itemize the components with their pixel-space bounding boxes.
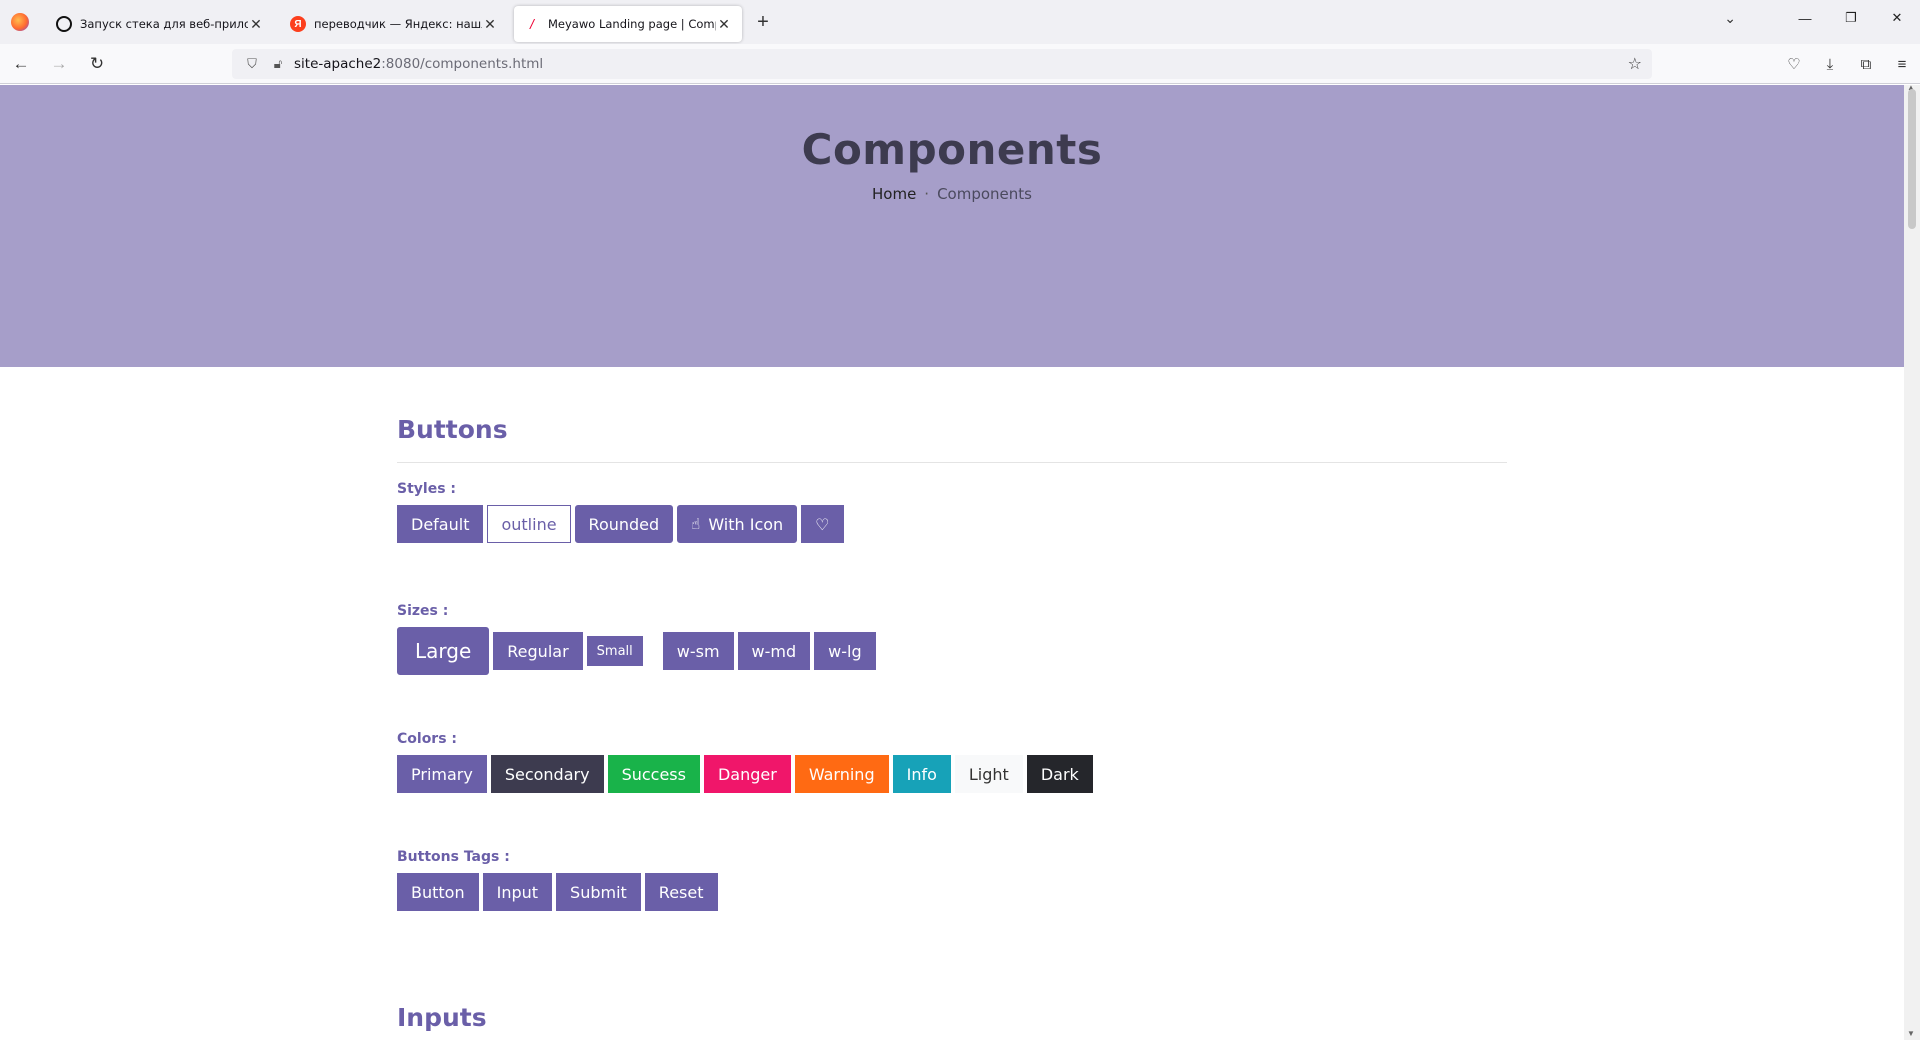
restore-icon[interactable]: ❐ <box>1828 0 1874 36</box>
tab-bar: Запуск стека для веб-приложен ✕ Я перево… <box>0 0 1920 44</box>
pocket-icon[interactable]: ♡ <box>1776 48 1812 80</box>
lock-icon[interactable]: 🔓︎ <box>268 57 288 72</box>
inputs-heading: Inputs <box>397 1003 487 1032</box>
breadcrumb-current: Components <box>937 185 1032 203</box>
scrollbar-thumb[interactable] <box>1908 89 1916 229</box>
button-tag-button[interactable]: Button <box>397 873 479 911</box>
breadcrumb-home-link[interactable]: Home <box>872 185 916 203</box>
w-md-button[interactable]: w-md <box>737 632 811 670</box>
small-button[interactable]: Small <box>586 636 643 666</box>
scroll-down-icon[interactable]: ▼ <box>1907 1029 1915 1038</box>
heart-icon-button[interactable]: ♡ <box>801 505 844 543</box>
buttons-tags-label: Buttons Tags : <box>397 849 510 865</box>
address-bar[interactable]: ⛉ 🔓︎ site-apache2:8080/components.html ☆ <box>232 49 1652 79</box>
shield-icon[interactable]: ⛉ <box>242 57 262 72</box>
firefox-menu-icon[interactable] <box>0 0 40 44</box>
with-icon-label: With Icon <box>708 514 784 534</box>
close-icon[interactable]: ✕ <box>248 16 264 33</box>
default-button[interactable]: Default <box>397 505 484 543</box>
meyawo-icon: / <box>530 16 534 32</box>
colors-row: Primary Secondary Success Danger Warning… <box>397 755 1507 793</box>
close-icon[interactable]: ✕ <box>482 16 498 33</box>
light-button[interactable]: Light <box>954 755 1023 793</box>
forward-arrow-icon[interactable]: → <box>42 48 76 80</box>
sizes-row: Large Regular Small w-sm w-md w-lg <box>397 627 1507 675</box>
sizes-label: Sizes : <box>397 603 449 619</box>
close-icon[interactable]: ✕ <box>716 16 732 33</box>
new-tab-button[interactable]: + <box>746 5 780 39</box>
breadcrumb-separator: · <box>924 185 930 203</box>
yandex-icon: Я <box>290 16 306 32</box>
reset-tag-button[interactable]: Reset <box>644 873 718 911</box>
secondary-button[interactable]: Secondary <box>490 755 604 793</box>
heart-icon: ♡ <box>815 514 830 534</box>
dark-button[interactable]: Dark <box>1026 755 1093 793</box>
tab-1[interactable]: Запуск стека для веб-приложен ✕ <box>46 6 274 42</box>
info-button[interactable]: Info <box>892 755 951 793</box>
downloads-icon[interactable]: ⤓ <box>1812 48 1848 80</box>
extensions-icon[interactable]: ⧉ <box>1848 48 1884 80</box>
regular-button[interactable]: Regular <box>493 632 583 670</box>
bookmark-star-icon[interactable]: ☆ <box>1628 54 1642 73</box>
page-title: Components <box>801 125 1103 174</box>
minimize-icon[interactable]: — <box>1782 0 1828 36</box>
back-arrow-icon[interactable]: ← <box>4 48 38 80</box>
primary-button[interactable]: Primary <box>397 755 487 793</box>
breadcrumb: Home · Components <box>0 185 1904 203</box>
warning-button[interactable]: Warning <box>794 755 889 793</box>
hand-pointer-icon: ☝ <box>691 515 701 533</box>
reload-icon[interactable]: ↻ <box>80 48 114 80</box>
styles-row: Default outline Rounded ☝ With Icon ♡ <box>397 505 1507 543</box>
outline-button[interactable]: outline <box>487 505 571 543</box>
url-path: :8080/components.html <box>381 56 544 72</box>
buttons-heading: Buttons <box>397 415 508 444</box>
divider <box>397 462 1507 463</box>
tab-title: Meyawo Landing page | Compo <box>548 17 716 31</box>
toolbar-right: ♡ ⤓ ⧉ ≡ <box>1776 48 1920 80</box>
tab-title: переводчик — Яндекс: нашлось <box>314 17 482 31</box>
success-button[interactable]: Success <box>607 755 700 793</box>
submit-tag-button[interactable]: Submit <box>556 873 641 911</box>
colors-label: Colors : <box>397 731 458 747</box>
openai-icon <box>56 16 72 32</box>
page-header: Components Home · Components <box>0 85 1904 367</box>
with-icon-button[interactable]: ☝ With Icon <box>677 505 798 543</box>
navigation-bar: ← → ↻ ⛉ 🔓︎ site-apache2:8080/components.… <box>0 44 1920 84</box>
window-controls: — ❐ ✕ <box>1782 0 1920 36</box>
w-sm-button[interactable]: w-sm <box>662 632 734 670</box>
large-button[interactable]: Large <box>397 627 490 675</box>
components-content: Buttons Styles : Default outline Rounded… <box>397 415 1507 1032</box>
input-tag-button[interactable]: Input <box>482 873 553 911</box>
url-host: site-apache2 <box>294 56 382 72</box>
close-window-icon[interactable]: ✕ <box>1874 0 1920 36</box>
danger-button[interactable]: Danger <box>703 755 791 793</box>
tab-3-active[interactable]: / Meyawo Landing page | Compo ✕ <box>514 6 742 42</box>
tab-title: Запуск стека для веб-приложен <box>80 17 248 31</box>
tab-2[interactable]: Я переводчик — Яндекс: нашлось ✕ <box>280 6 508 42</box>
w-lg-button[interactable]: w-lg <box>814 632 876 670</box>
chevron-down-icon[interactable]: ⌄ <box>1724 10 1736 27</box>
tags-row: Button Input Submit Reset <box>397 873 1507 911</box>
rounded-button[interactable]: Rounded <box>574 505 674 543</box>
styles-label: Styles : <box>397 481 457 497</box>
hamburger-menu-icon[interactable]: ≡ <box>1884 48 1920 80</box>
page-viewport: Components Home · Components Buttons Style… <box>0 85 1904 1040</box>
page-scrollbar[interactable]: ▲ ▼ <box>1904 83 1920 1040</box>
